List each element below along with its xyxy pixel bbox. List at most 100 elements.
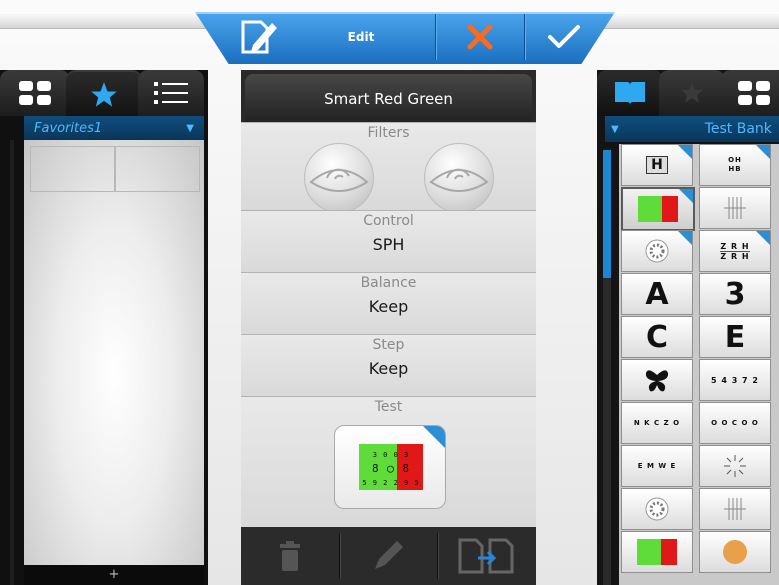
test-tile-c[interactable]: C — [621, 316, 693, 358]
test-tile-red-green[interactable] — [621, 187, 695, 231]
tab-favorites[interactable] — [66, 70, 142, 118]
test-tile-color-plate[interactable] — [699, 531, 771, 573]
test-tile-dots[interactable] — [621, 230, 693, 272]
test-tile-nkczo[interactable]: N K C Z O — [621, 402, 693, 444]
test-tile-h[interactable]: H — [621, 144, 693, 186]
test-tile-zrh[interactable]: Z R H Z R H — [699, 230, 771, 272]
test-section: Test 3 0 0 3 8 ◯ 8 5 9 2 2 9 5 — [241, 396, 536, 528]
favorites-scrollbar[interactable] — [10, 140, 14, 585]
delete-button[interactable] — [241, 527, 339, 585]
add-favorite-button[interactable]: + — [24, 565, 204, 585]
right-eye-filter-button[interactable] — [424, 143, 494, 213]
balance-label: Balance — [360, 275, 417, 291]
balance-section[interactable]: Balance Keep — [241, 272, 536, 335]
tile-label: OH HB — [728, 156, 742, 173]
eye-icon — [429, 168, 489, 192]
edit-pencil-icon — [241, 20, 277, 54]
test-tile-3[interactable]: 3 — [699, 273, 771, 315]
edit-label[interactable]: Edit — [330, 14, 392, 60]
test-tile-oh[interactable]: OH HB — [699, 144, 771, 186]
star-icon — [681, 82, 703, 103]
step-label: Step — [372, 337, 405, 353]
balance-value: Keep — [368, 297, 409, 316]
test-tile-dots-2[interactable] — [621, 488, 693, 530]
tile-label: E M W E — [637, 461, 677, 470]
test-tile-emwe[interactable]: E M W E — [621, 445, 693, 487]
test-tile-cross-2[interactable] — [699, 488, 771, 530]
favorites-panel: Favorites1 ▼ + — [0, 70, 208, 585]
grid-icon — [19, 81, 51, 105]
rename-button[interactable] — [339, 527, 437, 585]
test-tile-red-green-2[interactable] — [621, 531, 693, 573]
red-green-test-card[interactable]: 3 0 0 3 8 ◯ 8 5 9 2 2 9 5 — [334, 425, 446, 509]
star-icon — [91, 82, 117, 107]
red-green-chart: 3 0 0 3 8 ◯ 8 5 9 2 2 9 5 — [359, 444, 423, 490]
corner-badge — [423, 426, 445, 448]
test-tile-cross[interactable] — [699, 187, 771, 229]
favorites-list — [24, 140, 204, 565]
control-value: SPH — [372, 235, 405, 254]
test-bank-tabstrip — [597, 70, 779, 116]
grid-icon — [738, 81, 770, 105]
test-tile-numbers[interactable]: 5 4 3 7 2 — [699, 359, 771, 401]
checkmark-icon — [548, 25, 580, 48]
fan-chart-icon — [724, 455, 746, 477]
test-tile-circles[interactable]: O O C O O — [699, 402, 771, 444]
chart-rows: 3 0 0 3 8 ◯ 8 5 9 2 2 9 5 — [359, 448, 423, 490]
corner-badge — [679, 189, 693, 203]
scrollbar-thumb[interactable] — [603, 150, 611, 278]
tile-label: H — [646, 156, 668, 174]
favorites-tabstrip — [0, 70, 208, 118]
chart-row: 5 9 2 2 9 5 — [362, 479, 420, 487]
test-tile-butterfly[interactable] — [621, 359, 693, 401]
list-icon — [154, 82, 188, 104]
tile-label: O O C O O — [711, 418, 759, 427]
book-icon — [615, 82, 645, 105]
edit-icon-button[interactable] — [232, 14, 286, 60]
favorite-slot[interactable] — [30, 146, 116, 192]
test-settings: Filters Control SPH Balance Keep Step Ke… — [241, 122, 536, 528]
cross-grid-icon — [724, 498, 746, 520]
confirm-button[interactable] — [532, 14, 596, 60]
favorites-name: Favorites1 — [34, 120, 103, 136]
filters-label: Filters — [367, 125, 410, 141]
eye-icon — [309, 168, 369, 192]
test-editor-panel: Smart Red Green Filters Control SPH Bala… — [241, 70, 536, 585]
corner-badge — [678, 145, 692, 159]
editor-footer — [241, 527, 536, 585]
tab-grid[interactable] — [0, 70, 70, 116]
dot-circle-icon — [645, 497, 669, 521]
test-tile-a[interactable]: A — [621, 273, 693, 315]
cancel-button[interactable] — [450, 14, 510, 60]
tab-favorites[interactable] — [659, 70, 725, 116]
tab-list[interactable] — [138, 70, 204, 116]
tile-label: 5 4 3 7 2 — [711, 375, 759, 385]
corner-badge — [756, 231, 770, 245]
test-bank-panel: ▼ Test Bank H OH HB Z R H Z R H A 3 C E … — [597, 70, 779, 585]
tab-test-bank[interactable] — [597, 70, 663, 116]
test-bank-name: Test Bank — [704, 121, 772, 137]
favorite-slot[interactable] — [114, 146, 200, 192]
left-eye-filter-button[interactable] — [304, 143, 374, 213]
filters-section: Filters — [241, 122, 536, 213]
favorites-selector[interactable]: Favorites1 ▼ — [24, 116, 204, 140]
test-tile-grid: H OH HB Z R H Z R H A 3 C E 5 4 3 7 2 N … — [619, 144, 779, 585]
toolbar-separator — [524, 14, 525, 60]
step-section[interactable]: Step Keep — [241, 334, 536, 397]
top-toolbar: Edit — [0, 0, 779, 70]
control-label: Control — [363, 213, 414, 229]
transfer-button[interactable] — [437, 527, 535, 585]
tab-grid[interactable] — [721, 70, 779, 116]
test-bank-selector[interactable]: ▼ Test Bank — [605, 116, 779, 142]
color-plate-icon — [723, 540, 747, 564]
test-tile-fan[interactable] — [699, 445, 771, 487]
dot-circle-icon — [645, 239, 669, 263]
corner-badge — [756, 145, 770, 159]
corner-badge — [678, 231, 692, 245]
chevron-down-icon: ▼ — [186, 122, 194, 134]
control-section[interactable]: Control SPH — [241, 210, 536, 273]
chart-row: 3 0 0 3 — [372, 451, 410, 459]
chart-row: 8 ◯ 8 — [371, 462, 411, 475]
test-bank-scrollbar[interactable] — [603, 150, 611, 585]
test-tile-e[interactable]: E — [699, 316, 771, 358]
